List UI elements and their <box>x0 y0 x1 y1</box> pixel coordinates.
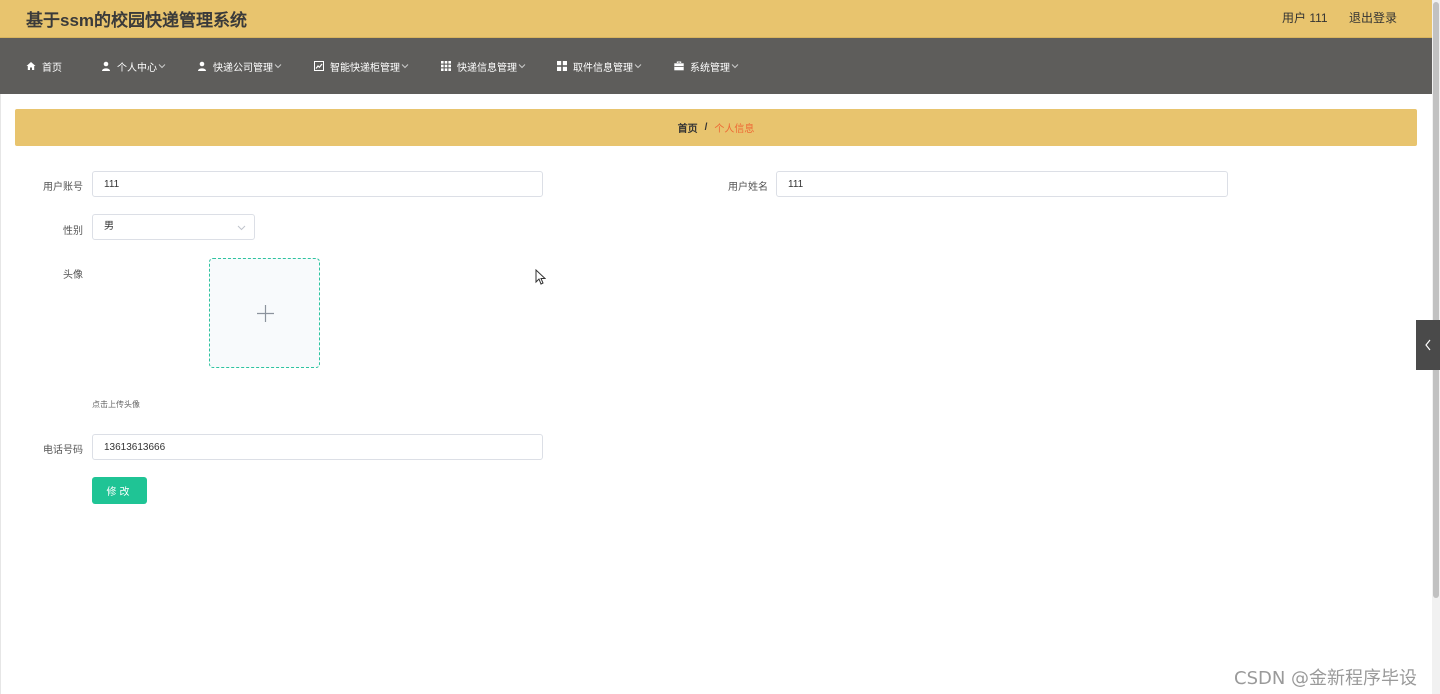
nav-item-label: 取件信息管理 <box>573 62 633 74</box>
nav-item-home[interactable]: 首页 <box>26 38 62 94</box>
current-user-label: 用户 111 <box>1282 11 1328 25</box>
name-label: 用户姓名 <box>728 182 768 193</box>
chevron-down-icon <box>634 64 642 69</box>
breadcrumb-current: 个人信息 <box>714 124 755 135</box>
plus-icon <box>257 305 274 322</box>
chevron-down-icon <box>237 225 246 231</box>
nav-item-label: 快递信息管理 <box>457 62 517 74</box>
gender-selected-value: 男 <box>104 221 114 232</box>
breadcrumb: 首页 / 个人信息 <box>15 109 1417 146</box>
chevron-down-icon <box>731 64 739 69</box>
breadcrumb-separator: / <box>704 122 708 133</box>
chart-icon <box>314 61 324 71</box>
nav-item-label: 快递公司管理 <box>213 62 273 74</box>
grid-icon <box>441 61 451 71</box>
home-icon <box>26 62 36 70</box>
nav-item-label: 系统管理 <box>690 62 730 74</box>
phone-label: 电话号码 <box>43 445 83 456</box>
chevron-down-icon <box>158 64 166 69</box>
avatar-upload-tip: 点击上传头像 <box>92 400 140 409</box>
breadcrumb-home[interactable]: 首页 <box>678 120 698 135</box>
user-icon <box>102 61 110 71</box>
page-border <box>0 94 1 694</box>
submit-button[interactable]: 修改 <box>92 477 147 504</box>
watermark-text: CSDN @金新程序毕设 <box>1234 668 1418 689</box>
nav-item-system[interactable]: 系统管理 <box>674 38 739 94</box>
gender-label: 性别 <box>63 226 83 237</box>
nav-item-personal-center[interactable]: 个人中心 <box>101 38 166 94</box>
nav-item-pickup-info[interactable]: 取件信息管理 <box>557 38 642 94</box>
avatar-upload[interactable] <box>209 258 320 368</box>
account-label: 用户账号 <box>43 182 83 193</box>
main-nav: 首页 个人中心 快递公司管理 智能快递柜管理 快递信息管理 取件信息管理 系统管… <box>0 38 1440 94</box>
nav-item-express-info[interactable]: 快递信息管理 <box>441 38 526 94</box>
nav-item-label: 首页 <box>42 62 62 74</box>
nav-item-courier-company[interactable]: 快递公司管理 <box>197 38 282 94</box>
top-header: 基于ssm的校园快递管理系统 用户 111 退出登录 <box>0 0 1440 38</box>
logout-link[interactable]: 退出登录 <box>1349 9 1397 26</box>
gender-select[interactable]: 男 <box>92 214 255 240</box>
account-field[interactable] <box>92 171 543 197</box>
phone-field[interactable] <box>92 434 543 460</box>
side-panel-toggle[interactable] <box>1416 320 1440 370</box>
chevron-down-icon <box>518 64 526 69</box>
briefcase-icon <box>674 61 684 71</box>
mouse-cursor-icon <box>535 269 546 285</box>
chevron-down-icon <box>274 64 282 69</box>
nav-item-label: 个人中心 <box>117 62 157 74</box>
nav-item-smart-locker[interactable]: 智能快递柜管理 <box>314 38 409 94</box>
app-title: 基于ssm的校园快递管理系统 <box>26 11 248 30</box>
chevron-left-icon <box>1425 339 1431 351</box>
avatar-label: 头像 <box>63 270 83 281</box>
nav-item-label: 智能快递柜管理 <box>330 62 400 74</box>
apps-icon <box>557 61 567 71</box>
name-field[interactable] <box>776 171 1228 197</box>
user-icon <box>198 61 206 71</box>
scrollbar-thumb[interactable] <box>1433 2 1439 598</box>
chevron-down-icon <box>401 64 409 69</box>
